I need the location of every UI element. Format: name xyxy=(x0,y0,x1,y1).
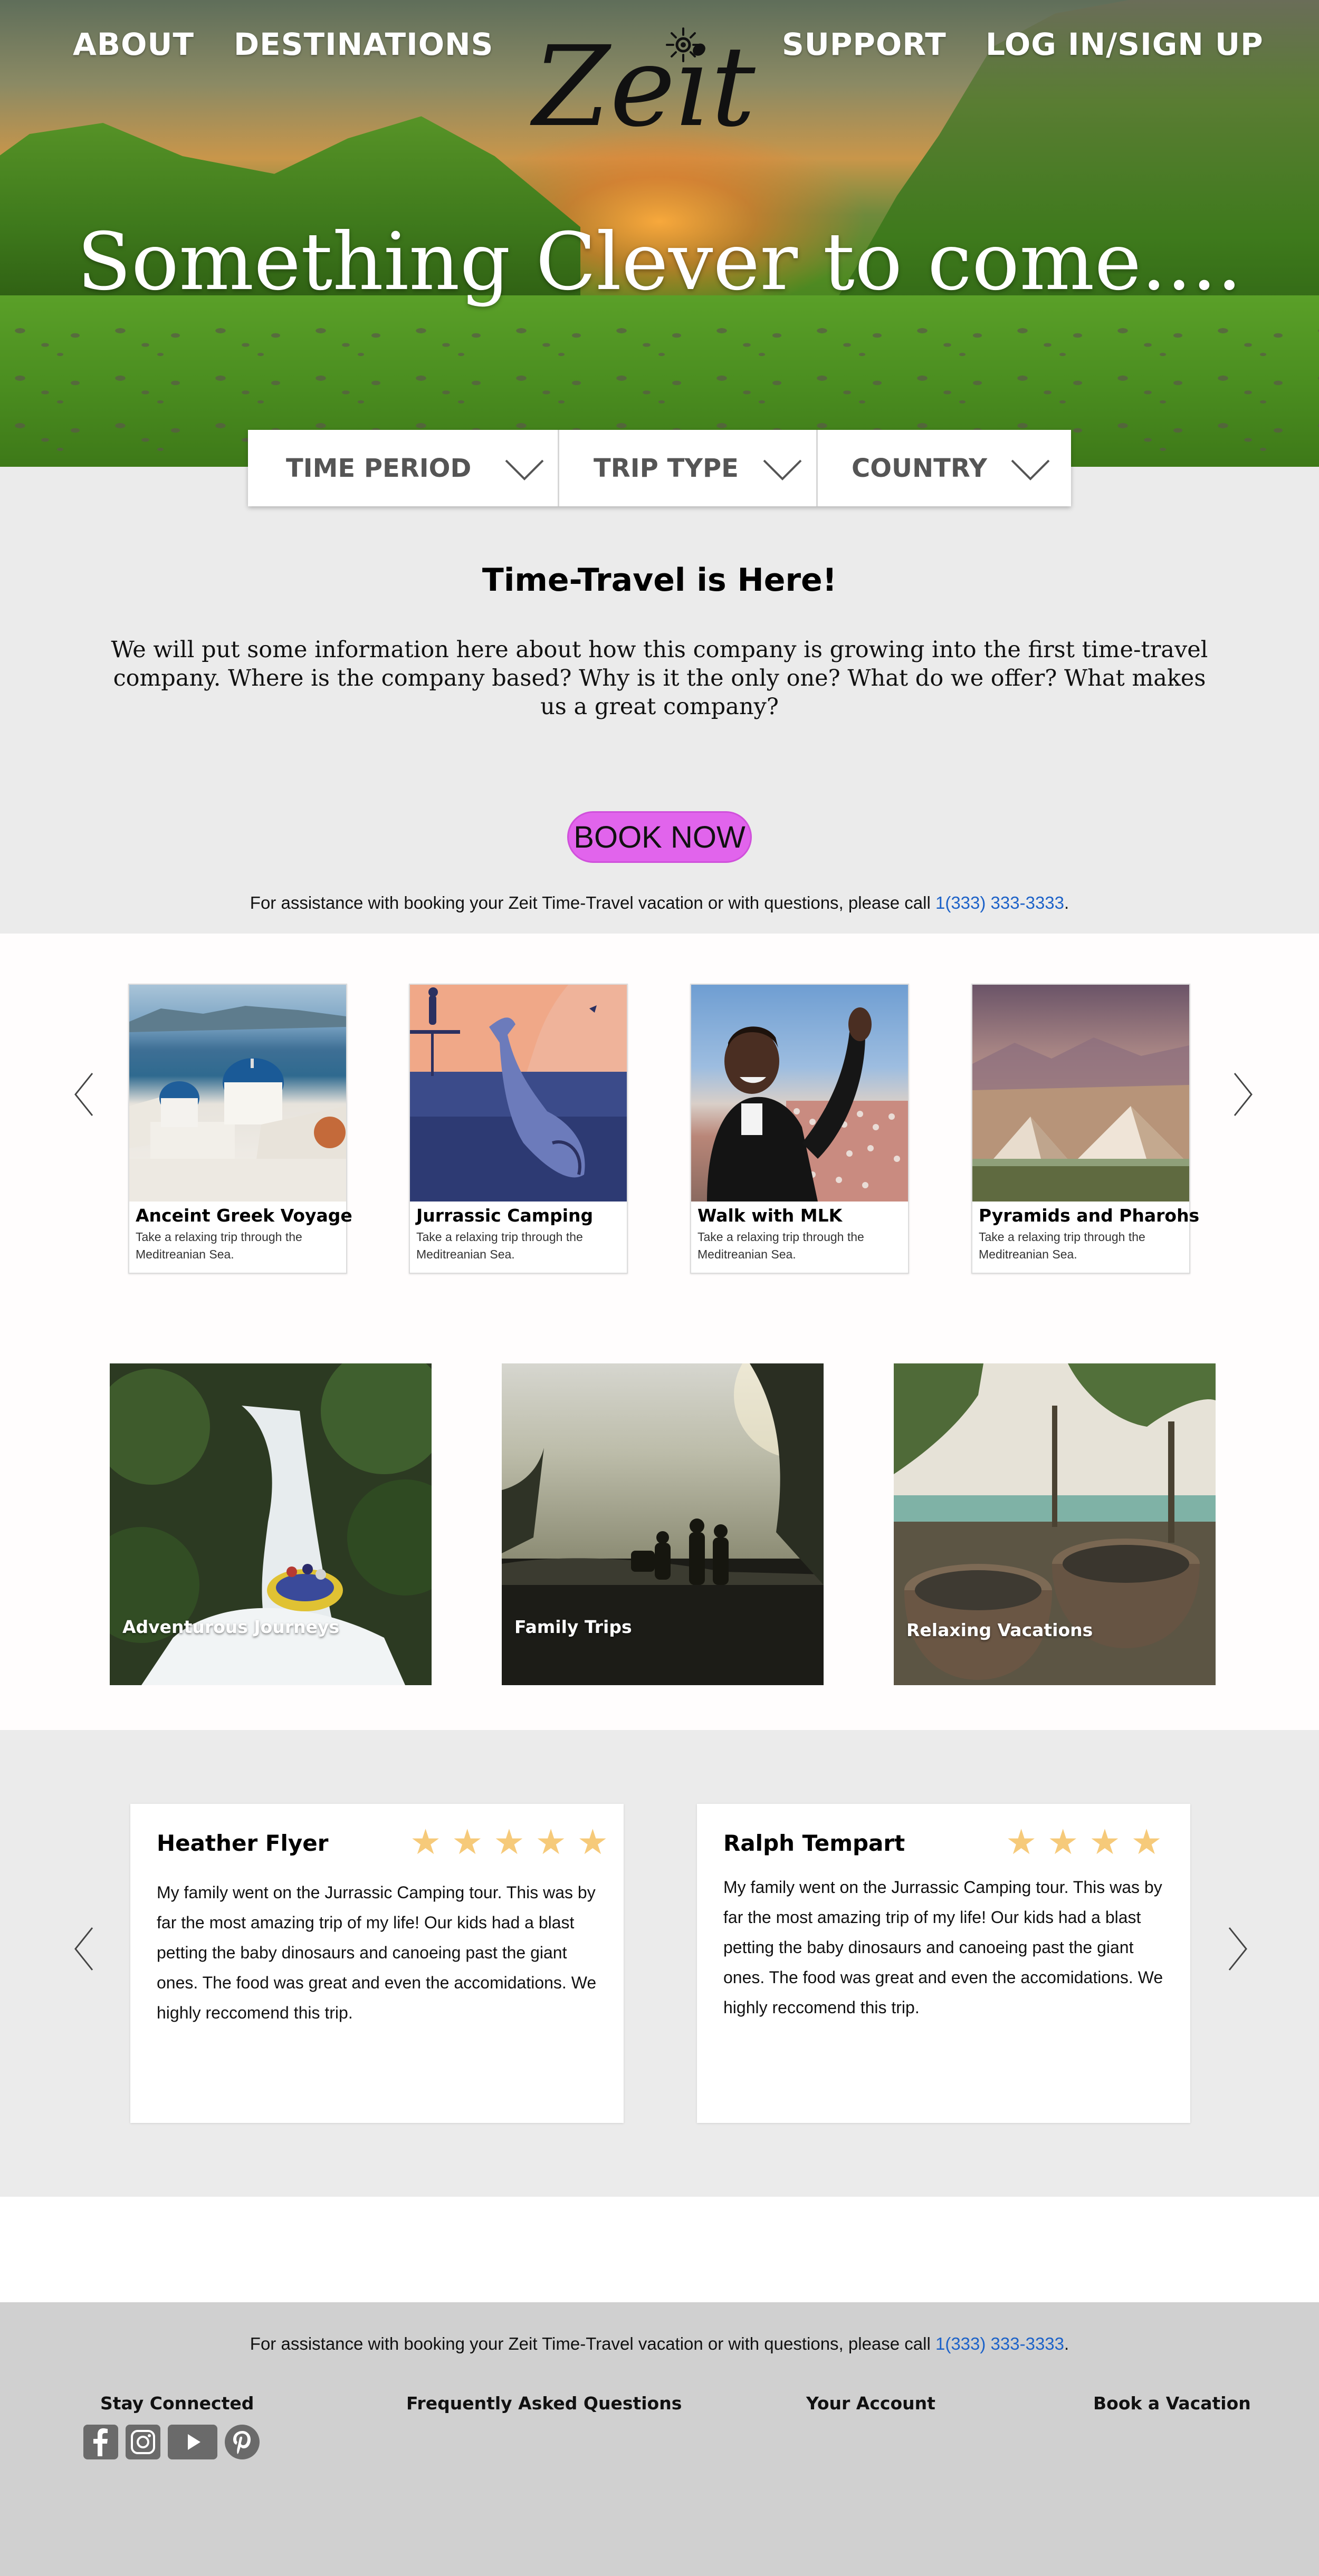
intro-section: Time-Travel is Here! We will put some in… xyxy=(0,467,1319,934)
hero-title: Something Clever to come.... xyxy=(77,216,1242,308)
destination-image-jurassic xyxy=(410,985,627,1202)
assist-text: For assistance with booking your Zeit Ti… xyxy=(250,893,935,912)
star-icon: ★ xyxy=(410,1822,442,1862)
destination-image-greek xyxy=(129,985,346,1202)
reviewer-name: Ralph Tempart xyxy=(723,1830,905,1856)
assist-phone-link[interactable]: 1(333) 333-3333 xyxy=(935,893,1064,912)
footer-book-link[interactable]: Book a Vacation xyxy=(1093,2393,1251,2414)
filter-trip-type-label: TRIP TYPE xyxy=(594,454,739,483)
zeit-logo[interactable]: Zeit xyxy=(533,21,756,142)
nav-destinations-link[interactable]: DESTINATIONS xyxy=(234,26,493,62)
chevron-down-icon xyxy=(1011,459,1050,480)
filter-country[interactable]: COUNTRY xyxy=(818,430,1071,506)
destination-image-mlk xyxy=(691,985,908,1202)
star-rating: ★ ★ ★ ★ xyxy=(1006,1824,1162,1861)
destination-description: Take a relaxing trip through the Meditre… xyxy=(416,1230,583,1261)
filter-time-period-label: TIME PERIOD xyxy=(286,454,472,483)
review-text: My family went on the Jurrassic Camping … xyxy=(157,1883,597,2022)
category-tile-adventurous[interactable]: Adventurous Journeys xyxy=(110,1363,432,1685)
destination-title: Jurrassic Camping xyxy=(416,1205,594,1226)
destination-card[interactable]: Anceint Greek Voyage Take a relaxing tri… xyxy=(128,984,352,1274)
pinterest-icon[interactable] xyxy=(225,2425,260,2459)
filter-country-label: COUNTRY xyxy=(852,454,988,483)
site-footer: For assistance with booking your Zeit Ti… xyxy=(0,2302,1319,2576)
footer-account-link[interactable]: Your Account xyxy=(806,2393,935,2414)
assist-line: For assistance with booking your Zeit Ti… xyxy=(0,893,1319,913)
star-icon: ★ xyxy=(1006,1822,1037,1862)
footer-stay-connected: Stay Connected xyxy=(100,2393,254,2414)
star-icon: ★ xyxy=(493,1822,525,1862)
star-icon: ★ xyxy=(577,1822,608,1862)
star-icon: ★ xyxy=(1047,1822,1079,1862)
sun-icon xyxy=(666,27,701,62)
star-icon: ★ xyxy=(1131,1822,1162,1862)
destination-title: Anceint Greek Voyage xyxy=(136,1205,352,1226)
logo-text: Zeit xyxy=(533,22,756,151)
reviews-prev-arrow-icon[interactable] xyxy=(71,1925,98,1973)
footer-phone-link[interactable]: 1(333) 333-3333 xyxy=(935,2334,1064,2353)
star-icon: ★ xyxy=(452,1822,483,1862)
intro-heading: Time-Travel is Here! xyxy=(482,562,837,599)
category-tile-family[interactable]: Family Trips xyxy=(502,1363,824,1685)
reviews-next-arrow-icon[interactable] xyxy=(1224,1925,1250,1973)
carousel-next-arrow-icon[interactable] xyxy=(1229,1071,1256,1118)
nav-support-link[interactable]: SUPPORT xyxy=(782,26,947,62)
book-now-button[interactable]: BOOK NOW xyxy=(567,811,752,863)
category-label: Adventurous Journeys xyxy=(122,1617,340,1637)
footer-faq-link[interactable]: Frequently Asked Questions xyxy=(406,2393,682,2414)
destination-card[interactable]: Jurrassic Camping Take a relaxing trip t… xyxy=(409,984,628,1274)
footer-assist-line: For assistance with booking your Zeit Ti… xyxy=(0,2334,1319,2354)
destination-description: Take a relaxing trip through the Meditre… xyxy=(979,1230,1145,1261)
category-tile-relaxing[interactable]: Relaxing Vacations xyxy=(894,1363,1216,1685)
destination-image-pyramids xyxy=(972,985,1189,1202)
destination-card[interactable]: Walk with MLK Take a relaxing trip throu… xyxy=(690,984,909,1274)
destination-card[interactable]: Pyramids and Pharohs Take a relaxing tri… xyxy=(971,984,1199,1274)
facebook-icon[interactable] xyxy=(83,2425,118,2459)
social-links xyxy=(83,2424,267,2460)
filter-time-period[interactable]: TIME PERIOD xyxy=(248,430,559,506)
hero-banner: ABOUT DESTINATIONS SUPPORT LOG IN/SIGN U… xyxy=(0,0,1319,467)
carousel-prev-arrow-icon[interactable] xyxy=(71,1071,98,1118)
star-rating: ★ ★ ★ ★ ★ xyxy=(410,1824,608,1861)
filter-trip-type[interactable]: TRIP TYPE xyxy=(559,430,818,506)
assist-end: . xyxy=(1064,893,1069,912)
destinations-section: Anceint Greek Voyage Take a relaxing tri… xyxy=(0,934,1319,1730)
nav-about-link[interactable]: ABOUT xyxy=(73,26,194,62)
trip-filter-bar: TIME PERIOD TRIP TYPE COUNTRY xyxy=(248,430,1071,506)
footer-assist-text: For assistance with booking your Zeit Ti… xyxy=(250,2334,935,2353)
destination-description: Take a relaxing trip through the Meditre… xyxy=(136,1230,302,1261)
destination-title: Pyramids and Pharohs xyxy=(979,1205,1200,1226)
review-text: My family went on the Jurrassic Camping … xyxy=(723,1878,1163,2017)
star-icon: ★ xyxy=(1089,1822,1121,1862)
destination-description: Take a relaxing trip through the Meditre… xyxy=(697,1230,864,1261)
nav-login-link[interactable]: LOG IN/SIGN UP xyxy=(986,26,1264,62)
reviewer-name: Heather Flyer xyxy=(157,1830,329,1856)
chevron-down-icon xyxy=(505,459,544,480)
footer-assist-end: . xyxy=(1064,2334,1069,2353)
category-label: Relaxing Vacations xyxy=(906,1620,1093,1640)
reviews-section: Heather Flyer ★ ★ ★ ★ ★ My family went o… xyxy=(0,1730,1319,2197)
review-card: Ralph Tempart ★ ★ ★ ★ My family went on … xyxy=(697,1804,1190,2123)
intro-body: We will put some information here about … xyxy=(111,637,1208,720)
youtube-icon[interactable] xyxy=(168,2425,217,2459)
chevron-down-icon xyxy=(763,459,802,480)
star-icon: ★ xyxy=(535,1822,567,1862)
category-label: Family Trips xyxy=(514,1617,632,1637)
destination-title: Walk with MLK xyxy=(697,1205,843,1226)
review-card: Heather Flyer ★ ★ ★ ★ ★ My family went o… xyxy=(130,1804,624,2123)
instagram-icon[interactable] xyxy=(126,2425,160,2459)
